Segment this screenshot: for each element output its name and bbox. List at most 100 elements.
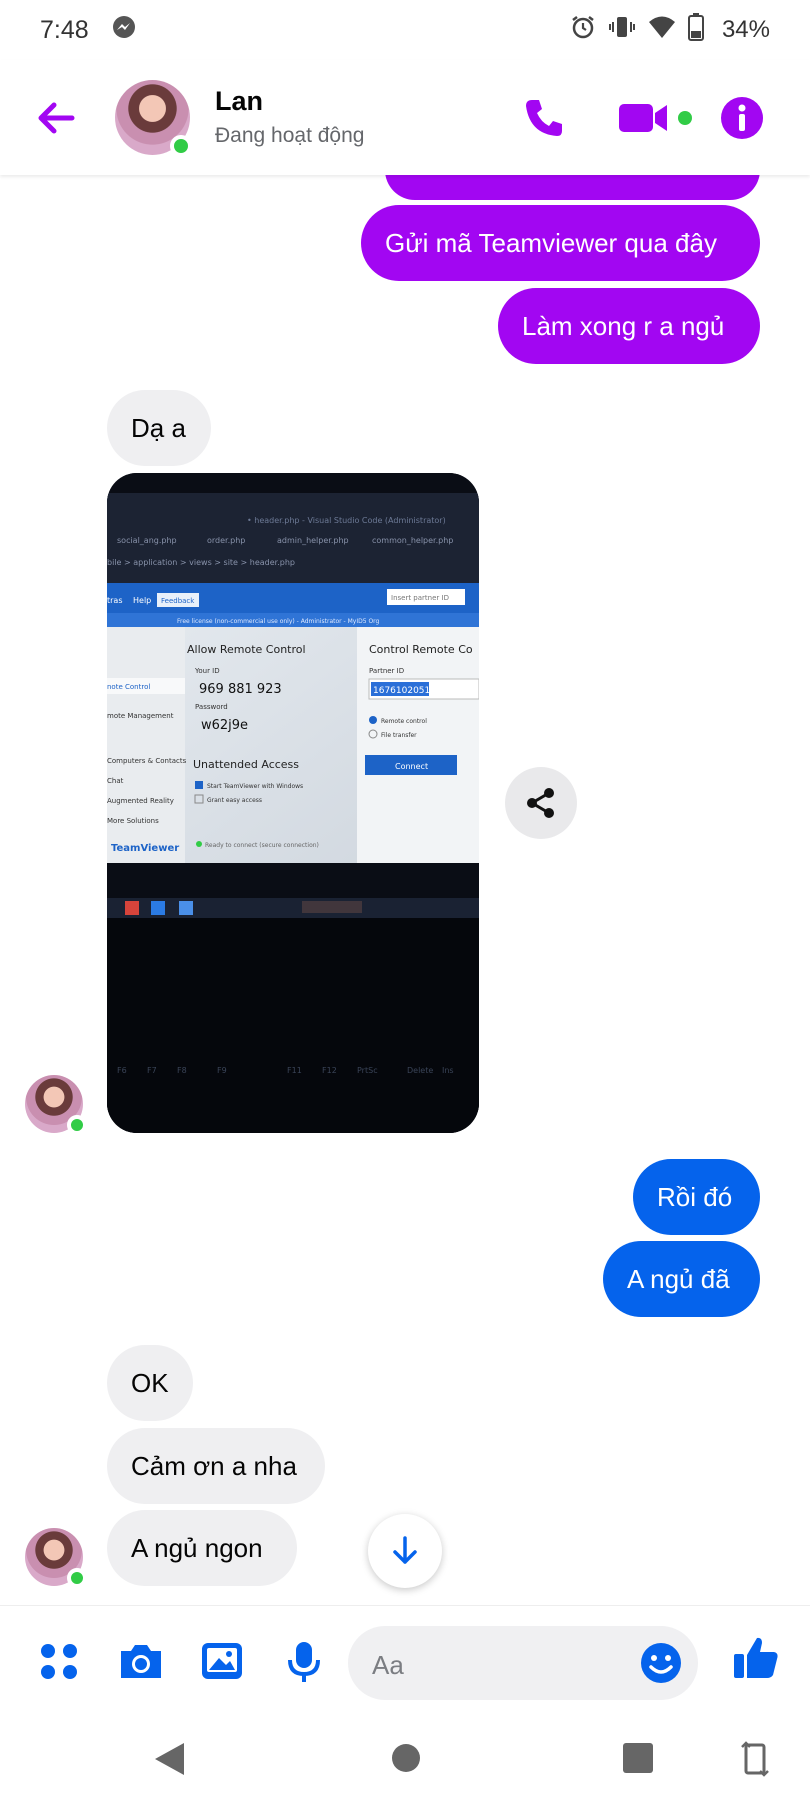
video-call-button[interactable] (617, 96, 695, 145)
message-incoming[interactable]: A ngủ ngon (107, 1510, 297, 1586)
home-circle-icon (392, 1744, 420, 1772)
svg-text:note Control: note Control (107, 683, 150, 691)
svg-text:common_helper.php: common_helper.php (372, 536, 453, 545)
video-camera-icon (619, 104, 692, 132)
svg-text:• header.php - Visual Studio C: • header.php - Visual Studio Code (Admin… (247, 516, 446, 525)
message-outgoing[interactable]: Gửi mã Teamviewer qua đây (361, 205, 760, 281)
message-incoming[interactable]: OK (107, 1345, 193, 1421)
share-photo-button[interactable] (505, 767, 577, 839)
message-incoming[interactable]: Dạ a (107, 390, 211, 466)
triangle-back-icon (155, 1743, 184, 1775)
svg-text:More Solutions: More Solutions (107, 817, 159, 825)
svg-text:F11: F11 (287, 1066, 302, 1075)
thumbs-up-icon (734, 1637, 778, 1678)
battery-percent: 34% (721, 16, 770, 43)
svg-text:Grant easy access: Grant easy access (207, 797, 262, 804)
emoji-button[interactable] (640, 1642, 682, 1689)
wifi-icon (648, 15, 676, 46)
svg-text:File transfer: File transfer (381, 732, 417, 739)
rotate-icon (741, 1741, 769, 1777)
system-navigation-bar (0, 1717, 810, 1800)
scroll-to-bottom-button[interactable] (368, 1514, 442, 1588)
svg-text:tras: tras (107, 596, 123, 605)
svg-text:969 881 923: 969 881 923 (199, 682, 282, 697)
svg-text:Allow Remote Control: Allow Remote Control (187, 643, 306, 656)
conversation-header: Lan Đang hoạt động (0, 60, 810, 175)
square-recents-icon (623, 1743, 653, 1773)
battery-icon (687, 12, 704, 48)
svg-text:admin_helper.php: admin_helper.php (277, 536, 349, 545)
info-icon (721, 97, 763, 139)
svg-text:Augmented Reality: Augmented Reality (107, 797, 174, 805)
message-outgoing[interactable]: Làm xong r a ngủ (498, 288, 760, 364)
nav-home-button[interactable] (390, 1742, 422, 1779)
online-indicator (67, 1568, 87, 1588)
svg-text:Connect: Connect (395, 762, 428, 771)
svg-text:Start TeamViewer with Windows: Start TeamViewer with Windows (207, 783, 303, 790)
camera-button[interactable] (117, 1640, 165, 1687)
svg-text:Feedback: Feedback (161, 597, 195, 605)
shared-photo[interactable]: • header.php - Visual Studio Code (Admin… (107, 473, 479, 1133)
svg-text:TeamViewer: TeamViewer (111, 843, 179, 854)
svg-text:Insert partner ID: Insert partner ID (391, 594, 449, 602)
more-actions-button[interactable] (38, 1640, 80, 1687)
svg-text:Remote control: Remote control (381, 718, 427, 725)
svg-text:Control Remote Co: Control Remote Co (369, 643, 473, 656)
svg-text:bile > application > views > s: bile > application > views > site > head… (107, 558, 295, 567)
message-outgoing[interactable]: A ngủ đã (603, 1241, 760, 1317)
four-dots-icon (41, 1644, 77, 1679)
status-time: 7:48 (40, 15, 89, 44)
camera-icon (121, 1645, 161, 1678)
message-outgoing[interactable]: Rồi đó (633, 1159, 760, 1235)
svg-text:PrtSc: PrtSc (357, 1066, 378, 1075)
alarm-icon (570, 14, 596, 47)
message-input-placeholder: Aa (372, 1650, 404, 1680)
svg-text:Password: Password (195, 703, 228, 711)
online-indicator (67, 1115, 87, 1135)
svg-text:mote Management: mote Management (107, 712, 174, 720)
svg-text:Chat: Chat (107, 777, 124, 785)
svg-text:Free license (non-commercial u: Free license (non-commercial use only) -… (177, 618, 380, 625)
online-indicator (170, 135, 192, 157)
message-composer: Aa (0, 1605, 810, 1717)
status-icons: 34% (570, 12, 770, 48)
svg-text:Computers & Contacts: Computers & Contacts (107, 757, 187, 765)
message-incoming[interactable]: Cảm ơn a nha (107, 1428, 325, 1504)
message-input[interactable]: Aa (348, 1626, 698, 1700)
image-icon (202, 1643, 242, 1679)
svg-text:F12: F12 (322, 1066, 337, 1075)
svg-text:order.php: order.php (207, 536, 245, 545)
teamviewer-photo-render: • header.php - Visual Studio Code (Admin… (107, 473, 479, 1133)
contact-avatar[interactable] (115, 80, 192, 157)
svg-text:Your ID: Your ID (194, 667, 220, 675)
microphone-icon (288, 1642, 320, 1682)
voice-call-button[interactable] (522, 96, 566, 145)
svg-text:Help: Help (133, 596, 151, 605)
svg-text:F7: F7 (147, 1066, 157, 1075)
gallery-button[interactable] (200, 1640, 244, 1687)
svg-text:Unattended Access: Unattended Access (193, 758, 299, 771)
nav-back-button[interactable] (152, 1741, 186, 1782)
sender-avatar[interactable] (25, 1075, 87, 1135)
status-bar: 7:48 34% (0, 0, 810, 60)
svg-text:social_ang.php: social_ang.php (117, 536, 177, 545)
back-arrow-icon (38, 102, 75, 134)
svg-text:F8: F8 (177, 1066, 187, 1075)
vibrate-icon (608, 14, 636, 47)
like-button[interactable] (732, 1634, 780, 1687)
messenger-notification-icon (111, 14, 137, 47)
voice-message-button[interactable] (286, 1640, 322, 1689)
svg-text:Delete: Delete (407, 1066, 433, 1075)
svg-text:Partner ID: Partner ID (369, 667, 404, 675)
phone-icon (526, 100, 562, 136)
arrow-down-icon (393, 1536, 417, 1564)
svg-text:F6: F6 (117, 1066, 127, 1075)
svg-text:1676102051: 1676102051 (373, 686, 430, 696)
back-button[interactable] (34, 96, 78, 140)
sender-avatar[interactable] (25, 1528, 87, 1588)
nav-recents-button[interactable] (622, 1742, 654, 1779)
contact-status: Đang hoạt động (215, 124, 365, 147)
conversation-info-button[interactable] (720, 96, 764, 145)
rotate-screen-button[interactable] (740, 1739, 770, 1784)
contact-name[interactable]: Lan (215, 86, 263, 117)
